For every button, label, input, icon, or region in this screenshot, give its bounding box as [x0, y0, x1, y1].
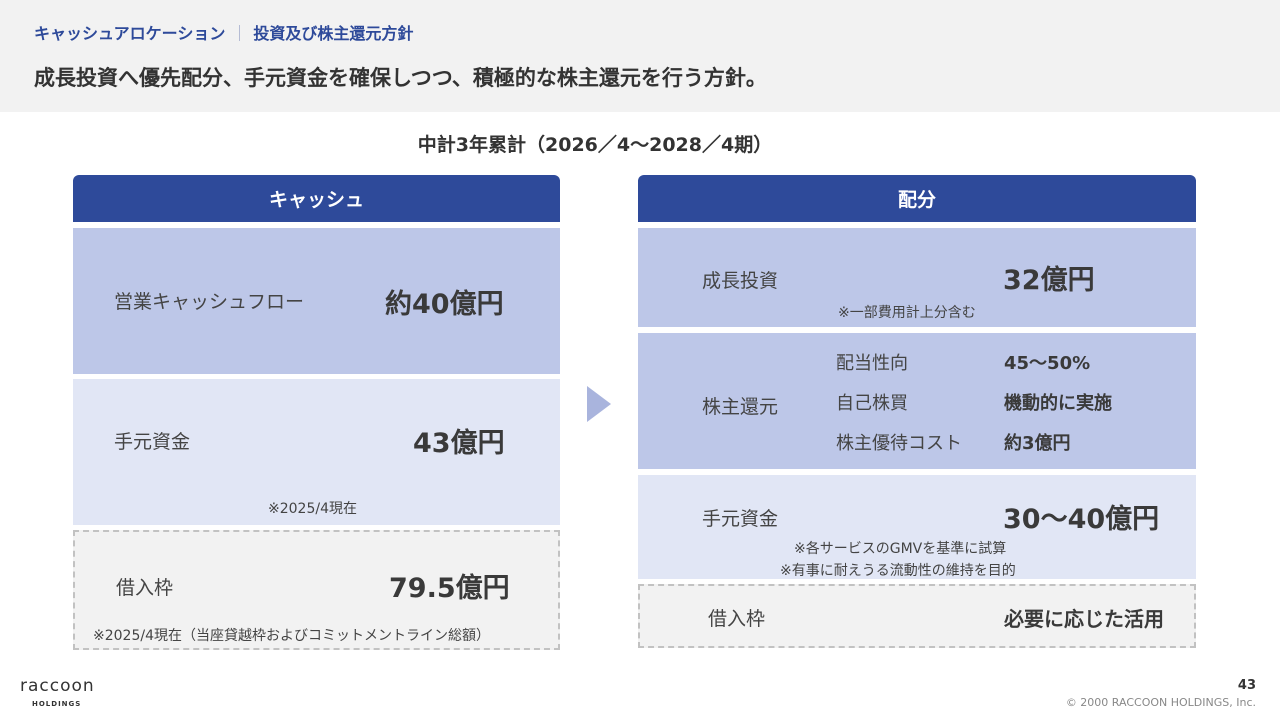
allocation-cash-on-hand-label: 手元資金 [702, 508, 779, 530]
allocation-column-title: 配分 [897, 189, 936, 211]
allocation-cash-on-hand-note-2: ※有事に耐えうる流動性の維持を目的 [780, 563, 1016, 579]
growth-investment-value: 32億円 [1003, 265, 1095, 296]
operating-cashflow-label: 営業キャッシュフロー [114, 291, 305, 313]
borrowing-facility-box: 借入枠 79.5億円 ※2025/4現在（当座貸越枠およびコミットメントライン総… [73, 530, 560, 650]
growth-investment-note: ※一部費用計上分含む [838, 305, 976, 321]
allocation-cash-on-hand-box: 手元資金 30～40億円 ※各サービスのGMVを基準に試算 ※有事に耐えうる流動… [638, 475, 1196, 579]
breadcrumb-section: キャッシュアロケーション [34, 24, 226, 43]
operating-cashflow-box: 営業キャッシュフロー 約40億円 [73, 228, 560, 374]
share-buyback-value: 機動的に実施 [1004, 393, 1112, 414]
payout-ratio-value: 45～50% [1004, 353, 1091, 374]
shareholder-return-label: 株主還元 [702, 396, 779, 418]
payout-ratio-label: 配当性向 [836, 353, 908, 374]
cash-on-hand-value: 43億円 [413, 428, 505, 459]
allocation-borrowing-label: 借入枠 [708, 608, 766, 630]
shareholder-benefit-value: 約3億円 [1004, 433, 1071, 454]
cash-on-hand-note: ※2025/4現在 [268, 501, 357, 517]
raccoon-logo: raccoon HOLDINGS [20, 676, 100, 712]
borrowing-facility-note: ※2025/4現在（当座貸越枠およびコミットメントライン総額） [93, 628, 490, 644]
borrowing-facility-label: 借入枠 [116, 577, 174, 599]
period-title: 中計3年累計（2026／4～2028／4期） [417, 134, 773, 156]
right-arrow-icon [587, 386, 611, 422]
operating-cashflow-value: 約40億円 [385, 289, 504, 320]
share-buyback-label: 自己株買 [836, 393, 908, 414]
page-headline: 成長投資へ優先配分、手元資金を確保しつつ、積極的な株主還元を行う方針。 [34, 66, 767, 90]
breadcrumb-subsection: 投資及び株主還元方針 [253, 24, 414, 43]
allocation-column-header: 配分 [638, 175, 1196, 222]
cash-on-hand-box: 手元資金 43億円 ※2025/4現在 [73, 379, 560, 525]
page-number: 43 [1237, 678, 1256, 693]
cash-column-header: キャッシュ [73, 175, 560, 222]
copyright: © 2000 RACCOON HOLDINGS, Inc. [1065, 696, 1256, 709]
growth-investment-label: 成長投資 [702, 270, 779, 292]
cash-on-hand-label: 手元資金 [114, 431, 191, 453]
allocation-borrowing-box: 借入枠 必要に応じた活用 [638, 584, 1196, 648]
header-band [0, 0, 1280, 112]
allocation-borrowing-value: 必要に応じた活用 [1004, 607, 1164, 631]
shareholder-return-box: 株主還元 配当性向 45～50% 自己株買 機動的に実施 株主優待コスト 約3億… [638, 333, 1196, 469]
shareholder-benefit-label: 株主優待コスト [836, 433, 962, 454]
breadcrumb: キャッシュアロケーション ｜ 投資及び株主還元方針 [34, 20, 413, 44]
allocation-cash-on-hand-note-1: ※各サービスのGMVを基準に試算 [794, 541, 1007, 557]
cash-column-title: キャッシュ [268, 189, 364, 211]
logo-subtext: HOLDINGS [32, 700, 82, 708]
growth-investment-box: 成長投資 32億円 ※一部費用計上分含む [638, 228, 1196, 327]
breadcrumb-separator: ｜ [231, 24, 248, 43]
logo-text: raccoon [20, 676, 95, 696]
allocation-cash-on-hand-value: 30～40億円 [1003, 504, 1160, 535]
borrowing-facility-value: 79.5億円 [389, 573, 510, 604]
